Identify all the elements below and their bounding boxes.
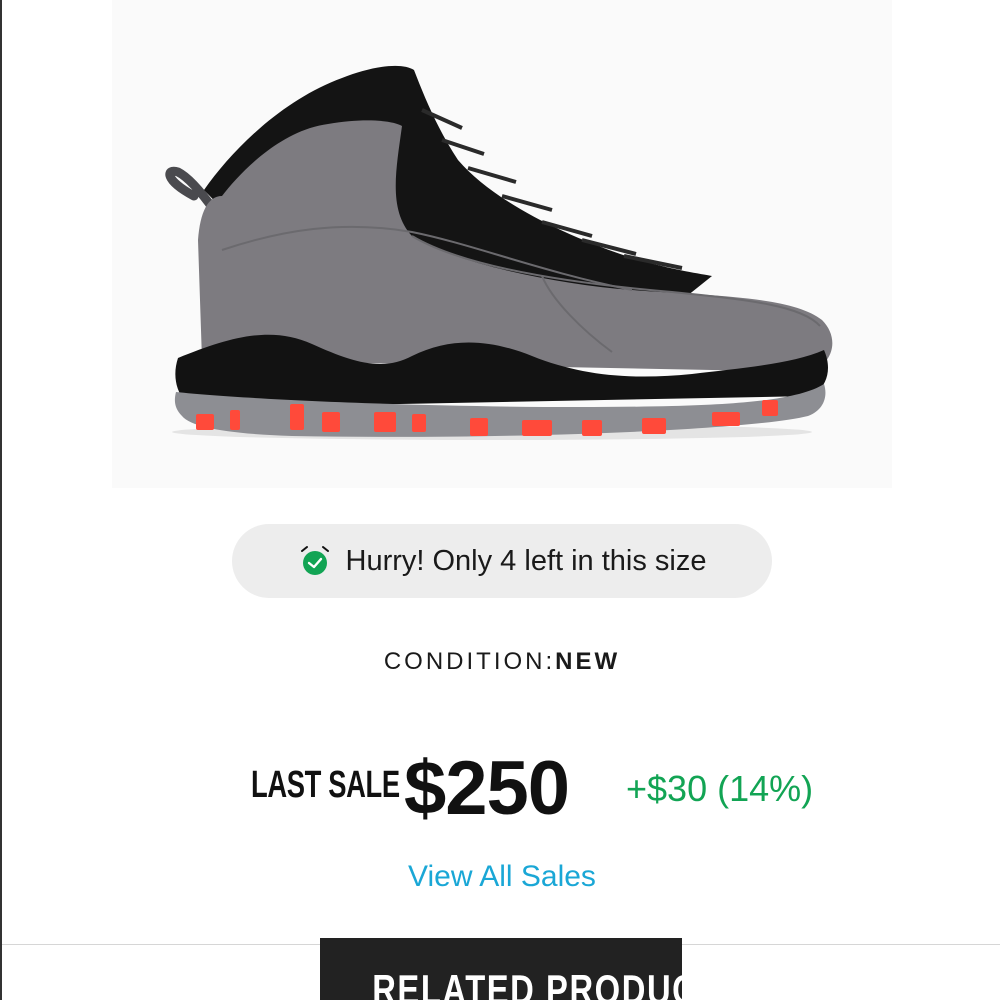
related-products-label: RELATED PRODUCTS xyxy=(320,966,682,1000)
product-page: Hurry! Only 4 left in this size CONDITIO… xyxy=(0,0,1000,1000)
related-products-tab[interactable]: RELATED PRODUCTS xyxy=(320,938,682,1000)
view-all-sales-link[interactable]: View All Sales xyxy=(2,860,1000,894)
stock-alert-text: Hurry! Only 4 left in this size xyxy=(345,544,707,577)
related-products-text: RELATED PRODUCTS xyxy=(372,966,682,1000)
condition-line: CONDITION:NEW xyxy=(2,648,1000,676)
last-sale-change: +$30 (14%) xyxy=(626,768,814,809)
stock-alert-banner: Hurry! Only 4 left in this size xyxy=(232,524,772,598)
sneaker-illustration xyxy=(165,65,833,440)
sneaker-product-image[interactable] xyxy=(112,0,892,488)
alarm-clock-icon xyxy=(300,546,329,575)
last-sale-label: LAST SALE xyxy=(251,764,400,806)
condition-value: NEW xyxy=(555,648,621,675)
last-sale-price: $250 xyxy=(404,746,570,831)
condition-label: CONDITION: xyxy=(383,648,556,675)
